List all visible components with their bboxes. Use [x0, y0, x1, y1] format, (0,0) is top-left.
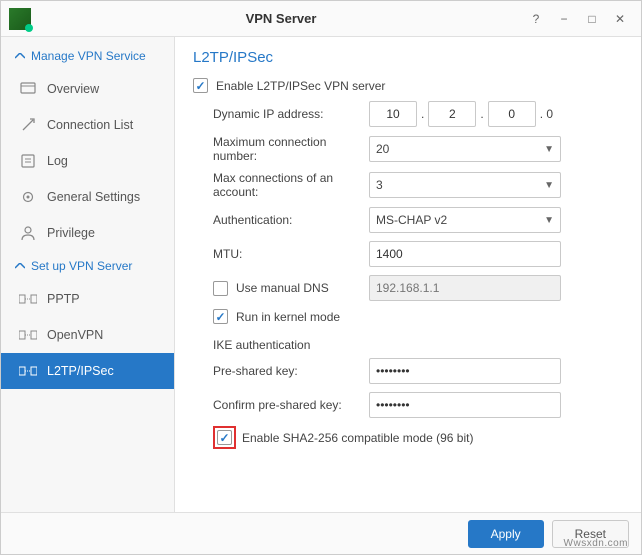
pptp-icon — [19, 290, 37, 308]
sidebar-item-openvpn[interactable]: OpenVPN — [1, 317, 174, 353]
sidebar-item-overview[interactable]: Overview — [1, 71, 174, 107]
psk-input[interactable] — [369, 358, 561, 384]
sidebar-item-label: L2TP/IPSec — [47, 364, 114, 378]
sidebar-item-label: Privilege — [47, 226, 95, 240]
max-acct-label: Max connections of an account: — [193, 171, 369, 199]
gear-icon — [19, 188, 37, 206]
kernel-label: Run in kernel mode — [236, 310, 340, 324]
max-conn-label: Maximum connection number: — [193, 135, 369, 163]
maximize-icon[interactable]: □ — [579, 8, 605, 30]
psk2-label: Confirm pre-shared key: — [193, 398, 369, 412]
content-panel: L2TP/IPSec Enable L2TP/IPSec VPN server … — [175, 37, 641, 512]
log-icon — [19, 152, 37, 170]
window-title: VPN Server — [39, 11, 523, 26]
l2tp-icon — [19, 362, 37, 380]
app-icon — [9, 8, 31, 30]
sha-checkbox[interactable] — [217, 430, 232, 445]
sidebar-item-label: PPTP — [47, 292, 80, 306]
ip-suffix: . 0 — [540, 107, 553, 121]
ip-a-input[interactable] — [369, 101, 417, 127]
sidebar-section-label: Manage VPN Service — [31, 49, 146, 63]
auth-label: Authentication: — [193, 213, 369, 227]
mtu-label: MTU: — [193, 247, 369, 261]
sha-highlight — [213, 426, 236, 449]
chevron-down-icon: ▼ — [544, 144, 554, 155]
auth-value: MS-CHAP v2 — [376, 213, 447, 227]
chevron-down-icon: ▼ — [544, 180, 554, 191]
auth-select[interactable]: MS-CHAP v2 ▼ — [369, 207, 561, 233]
sidebar-section-manage[interactable]: Manage VPN Service — [1, 41, 174, 71]
sidebar-item-log[interactable]: Log — [1, 143, 174, 179]
manual-dns-label: Use manual DNS — [236, 281, 329, 295]
kernel-checkbox[interactable] — [213, 309, 228, 324]
connection-icon — [19, 116, 37, 134]
max-conn-select[interactable]: 20 ▼ — [369, 136, 561, 162]
minimize-icon[interactable]: − — [551, 8, 577, 30]
max-acct-value: 3 — [376, 178, 383, 192]
sidebar-item-label: General Settings — [47, 190, 140, 204]
openvpn-icon — [19, 326, 37, 344]
overview-icon — [19, 80, 37, 98]
page-title: L2TP/IPSec — [193, 49, 621, 66]
ike-section-label: IKE authentication — [193, 332, 621, 358]
titlebar: VPN Server ? − □ ✕ — [1, 1, 641, 37]
sidebar-item-pptp[interactable]: PPTP — [1, 281, 174, 317]
psk-label: Pre-shared key: — [193, 364, 369, 378]
psk2-input[interactable] — [369, 392, 561, 418]
sidebar-item-label: Overview — [47, 82, 99, 96]
chevron-up-icon — [15, 53, 25, 59]
sha-label: Enable SHA2-256 compatible mode (96 bit) — [242, 431, 473, 445]
dynamic-ip-label: Dynamic IP address: — [193, 107, 369, 121]
manual-dns-input — [369, 275, 561, 301]
watermark: Wwsxdn.com — [564, 538, 628, 549]
sidebar: Manage VPN Service Overview Connection L… — [1, 37, 175, 512]
manual-dns-checkbox[interactable] — [213, 281, 228, 296]
sidebar-item-connection-list[interactable]: Connection List — [1, 107, 174, 143]
enable-label: Enable L2TP/IPSec VPN server — [216, 79, 385, 93]
sidebar-section-setup[interactable]: Set up VPN Server — [1, 251, 174, 281]
ip-c-input[interactable] — [488, 101, 536, 127]
sidebar-item-label: Log — [47, 154, 68, 168]
mtu-input[interactable] — [369, 241, 561, 267]
sidebar-item-l2tp[interactable]: L2TP/IPSec — [1, 353, 174, 389]
max-conn-value: 20 — [376, 142, 389, 156]
footer: Apply Reset — [1, 512, 641, 554]
chevron-down-icon: ▼ — [544, 215, 554, 226]
sidebar-item-label: Connection List — [47, 118, 133, 132]
sidebar-item-privilege[interactable]: Privilege — [1, 215, 174, 251]
apply-button[interactable]: Apply — [468, 520, 544, 548]
chevron-up-icon — [15, 263, 25, 269]
sidebar-section-label: Set up VPN Server — [31, 259, 132, 273]
user-icon — [19, 224, 37, 242]
max-acct-select[interactable]: 3 ▼ — [369, 172, 561, 198]
sidebar-item-general-settings[interactable]: General Settings — [1, 179, 174, 215]
enable-checkbox[interactable] — [193, 78, 208, 93]
close-icon[interactable]: ✕ — [607, 8, 633, 30]
window-controls: ? − □ ✕ — [523, 8, 633, 30]
sidebar-item-label: OpenVPN — [47, 328, 103, 342]
help-icon[interactable]: ? — [523, 8, 549, 30]
ip-b-input[interactable] — [428, 101, 476, 127]
